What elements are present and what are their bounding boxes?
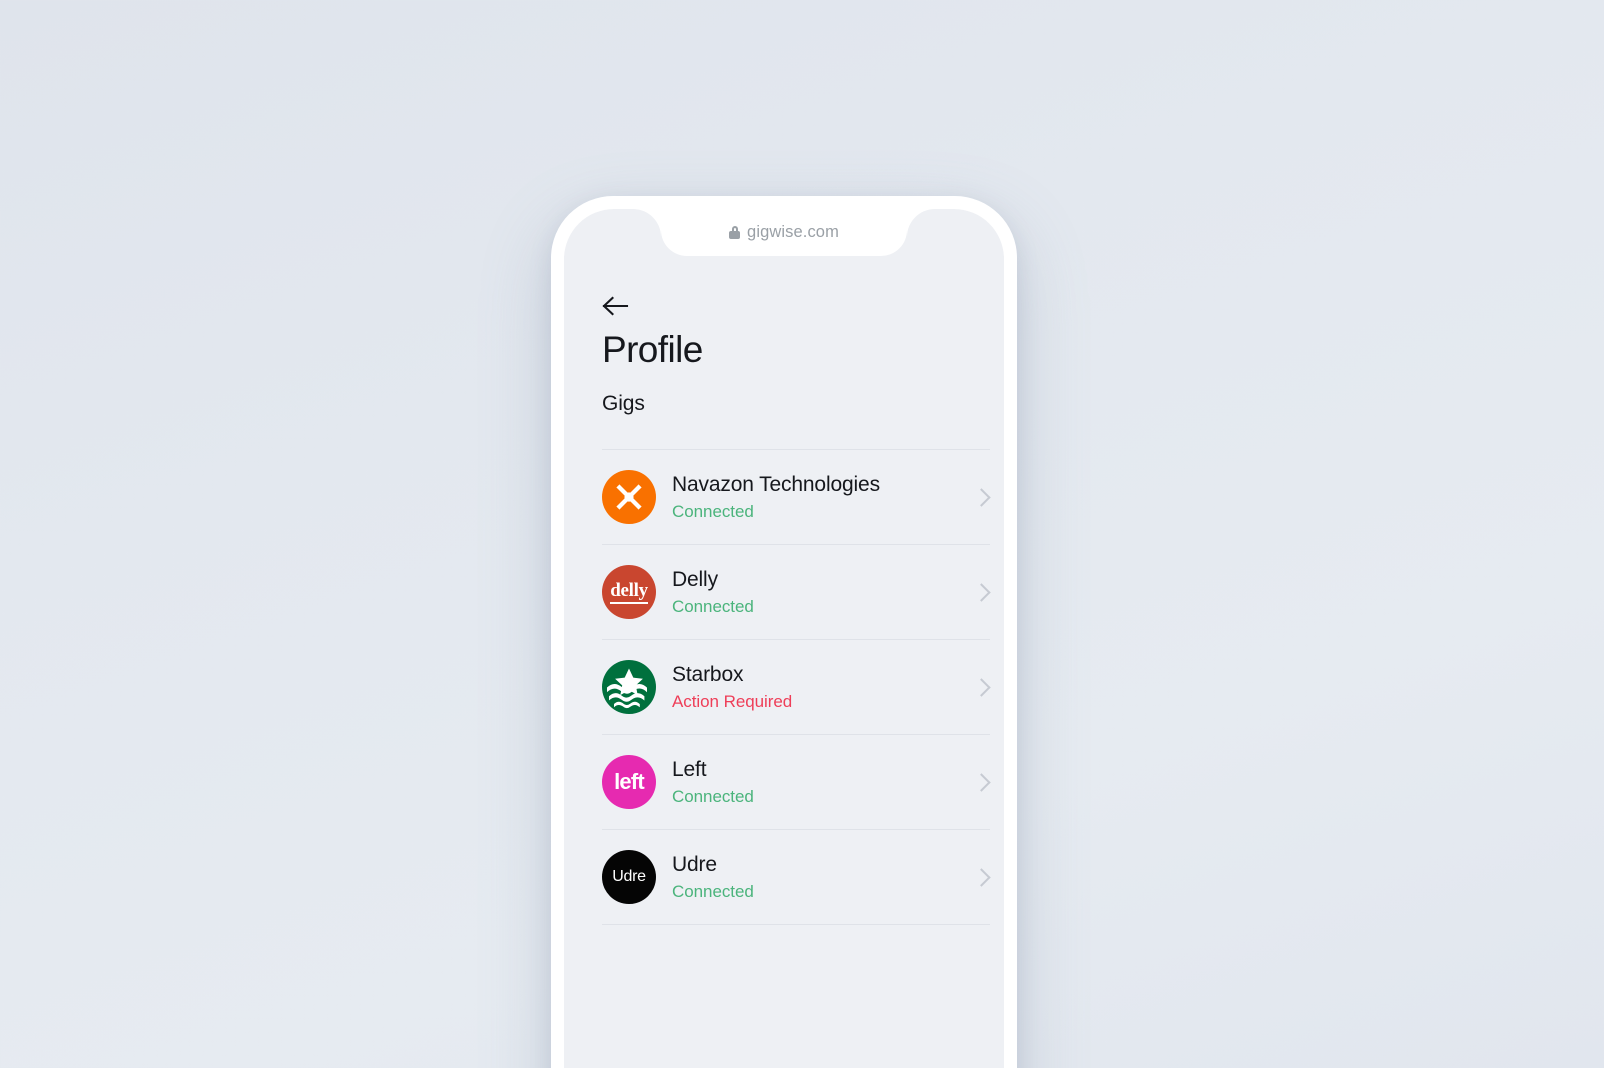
udre-logo-text: Udre	[612, 868, 646, 885]
page-title: Profile	[602, 329, 703, 370]
gig-list: Navazon Technologies Connected delly Del…	[602, 449, 990, 925]
notch-left-fill	[614, 209, 661, 256]
gig-name: Udre	[672, 852, 717, 876]
gig-name: Navazon Technologies	[672, 472, 880, 496]
chevron-right-icon[interactable]	[974, 487, 986, 507]
gig-name: Left	[672, 757, 707, 781]
gig-text-udre: Udre Connected	[672, 852, 974, 903]
app-content: Profile Gigs Navazon Technologies Connec…	[564, 256, 1004, 1068]
left-logo-icon: left	[602, 755, 656, 809]
url-text: gigwise.com	[747, 223, 839, 241]
gig-status: Connected	[672, 502, 754, 521]
gig-text-navazon: Navazon Technologies Connected	[672, 472, 974, 523]
gig-row-udre[interactable]: Udre Udre Connected	[602, 830, 990, 925]
chevron-right-icon[interactable]	[974, 867, 986, 887]
delly-logo-text: delly	[610, 581, 648, 604]
browser-url-bar[interactable]: gigwise.com	[661, 209, 907, 256]
gig-row-left[interactable]: left Left Connected	[602, 735, 990, 830]
phone-frame: gigwise.com Profile Gigs Navazon Technol…	[551, 196, 1017, 1068]
left-logo-text: left	[614, 769, 645, 794]
gig-text-starbox: Starbox Action Required	[672, 662, 974, 713]
gig-status: Connected	[672, 882, 754, 901]
chevron-right-icon[interactable]	[974, 582, 986, 602]
chevron-right-icon[interactable]	[974, 677, 986, 697]
gig-text-delly: Delly Connected	[672, 567, 974, 618]
gig-row-starbox[interactable]: Starbox Action Required	[602, 640, 990, 735]
gig-status: Connected	[672, 597, 754, 616]
notch-right-fill	[907, 209, 954, 256]
section-label-gigs: Gigs	[602, 392, 645, 415]
delly-logo-icon: delly	[602, 565, 656, 619]
starbox-logo-icon	[602, 660, 656, 714]
navazon-logo-icon	[602, 470, 656, 524]
phone-screen: gigwise.com Profile Gigs Navazon Technol…	[564, 209, 1004, 1068]
gig-row-navazon[interactable]: Navazon Technologies Connected	[602, 450, 990, 545]
udre-logo-icon: Udre	[602, 850, 656, 904]
lock-icon	[729, 226, 741, 239]
gig-name: Starbox	[672, 662, 744, 686]
chevron-right-icon[interactable]	[974, 772, 986, 792]
gig-row-delly[interactable]: delly Delly Connected	[602, 545, 990, 640]
gig-status: Connected	[672, 787, 754, 806]
gig-status: Action Required	[672, 692, 793, 711]
gig-name: Delly	[672, 567, 718, 591]
gig-text-left: Left Connected	[672, 757, 974, 808]
back-arrow-icon[interactable]	[602, 295, 630, 317]
